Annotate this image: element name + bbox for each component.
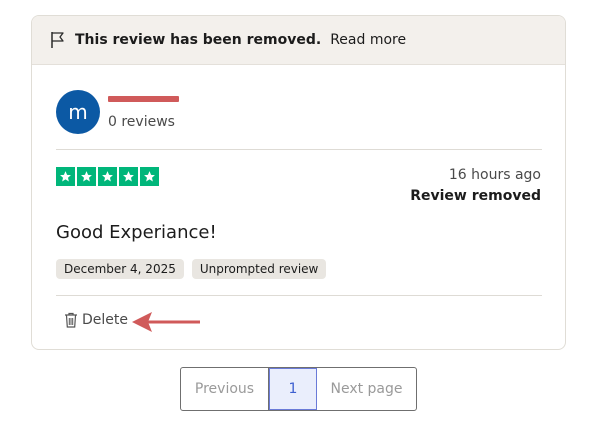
unprompted-tag: Unprompted review <box>191 259 327 279</box>
star-icon <box>98 167 117 186</box>
redaction-mark <box>108 96 179 102</box>
delete-label: Delete <box>82 312 128 328</box>
current-page-button[interactable]: 1 <box>269 368 317 410</box>
review-status: Review removed <box>410 188 541 204</box>
star-icon <box>140 167 159 186</box>
review-title: Good Experiance! <box>56 222 217 243</box>
star-rating <box>56 167 159 186</box>
removed-banner: This review has been removed. Read more <box>32 16 565 65</box>
banner-text: This review has been removed. <box>75 32 322 48</box>
flag-icon <box>49 31 65 49</box>
review-time: 16 hours ago <box>448 167 541 183</box>
divider <box>56 149 542 150</box>
review-tags: December 4, 2025 Unprompted review <box>56 259 327 279</box>
pagination: Previous 1 Next page <box>180 367 417 411</box>
divider <box>56 295 542 296</box>
star-icon <box>119 167 138 186</box>
reviews-count: 0 reviews <box>108 114 175 130</box>
avatar[interactable]: m <box>56 90 100 134</box>
delete-button[interactable]: Delete <box>64 312 128 328</box>
previous-page-button[interactable]: Previous <box>181 368 269 410</box>
read-more-link[interactable]: Read more <box>330 32 406 48</box>
star-icon <box>56 167 75 186</box>
annotation-arrow <box>132 312 200 332</box>
next-page-button[interactable]: Next page <box>317 368 416 410</box>
date-tag: December 4, 2025 <box>56 259 184 279</box>
review-card: This review has been removed. Read more … <box>31 15 566 350</box>
star-icon <box>77 167 96 186</box>
trash-icon <box>64 312 78 328</box>
